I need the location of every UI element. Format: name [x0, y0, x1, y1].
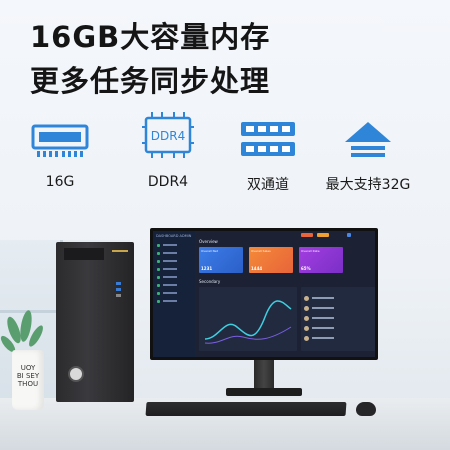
- usb-port: [116, 288, 121, 291]
- sidebar-item[interactable]: [153, 241, 195, 249]
- feature-16g: 16G: [10, 108, 110, 198]
- keyboard: [145, 402, 347, 416]
- top-button[interactable]: [301, 233, 313, 237]
- headline-line2: 更多任务同步处理: [30, 64, 271, 98]
- chart-panel: [199, 287, 297, 351]
- dashboard-brand: DASHBOARD ADMIN: [156, 234, 192, 238]
- list-item[interactable]: [301, 323, 375, 333]
- list-item[interactable]: [301, 293, 375, 303]
- coffee-cup: UOY BI SEY THOU: [12, 350, 44, 410]
- sidebar-item[interactable]: [153, 281, 195, 289]
- sidebar-item[interactable]: [153, 297, 195, 305]
- sidebar-item[interactable]: [153, 289, 195, 297]
- list-item[interactable]: [301, 303, 375, 313]
- stat-value: 1444: [251, 266, 263, 271]
- ddr4-chip-icon: DDR4: [118, 108, 218, 160]
- sidebar-item[interactable]: [153, 265, 195, 273]
- ddr4-chip-text: DDR4: [151, 129, 185, 143]
- secondary-title: Secondary: [199, 279, 221, 284]
- feature-label: 双通道: [247, 177, 289, 193]
- cup-text: UOY: [20, 364, 36, 372]
- user-list-panel: [301, 287, 375, 351]
- stat-value: 65%: [301, 266, 311, 271]
- top-button[interactable]: [317, 233, 329, 237]
- monitor: DASHBOARD ADMIN Overview Overall Net 123…: [150, 228, 378, 360]
- stat-label: Overall Rate: [301, 249, 320, 253]
- feature-ddr4: DDR4 DDR4: [118, 108, 218, 198]
- stat-card: Overall Rate 65%: [299, 247, 343, 273]
- feature-dual-channel: 双通道: [218, 108, 318, 198]
- monitor-stand-base: [226, 388, 302, 396]
- feature-label: 最大支持32G: [325, 177, 411, 193]
- ram-module-icon: [10, 108, 110, 160]
- dashboard-main: Overview Overall Net 1231 Overall Sales …: [197, 231, 375, 357]
- monitor-screen: DASHBOARD ADMIN Overview Overall Net 123…: [153, 231, 375, 357]
- dashboard-sidebar: DASHBOARD ADMIN: [153, 231, 195, 357]
- sidebar-item[interactable]: [153, 249, 195, 257]
- feature-label: DDR4: [147, 174, 189, 190]
- dual-channel-icon: [218, 108, 318, 160]
- stat-label: Overall Net: [201, 249, 218, 253]
- desktop-tower: [56, 242, 134, 402]
- stat-label: Overall Sales: [251, 249, 271, 253]
- list-item[interactable]: [301, 333, 375, 343]
- sidebar-item[interactable]: [153, 273, 195, 281]
- line-chart: [204, 300, 292, 344]
- cup-text: THOU: [17, 380, 39, 388]
- list-item[interactable]: [301, 313, 375, 323]
- drive-bay: [64, 248, 104, 260]
- feature-label: 16G: [45, 174, 75, 190]
- stat-card: Overall Sales 1444: [249, 247, 293, 273]
- stat-card: Overall Net 1231: [199, 247, 243, 273]
- headline-line1: 16GB大容量内存: [30, 20, 271, 54]
- sidebar-item[interactable]: [153, 257, 195, 265]
- usb-port: [116, 282, 121, 285]
- stat-value: 1231: [201, 266, 213, 271]
- overview-title: Overview: [199, 239, 218, 244]
- upgrade-arrow-icon: [318, 108, 418, 160]
- power-button[interactable]: [68, 366, 84, 382]
- mouse: [356, 402, 376, 416]
- cup-text: BI SEY: [16, 372, 40, 380]
- gold-accent-stripe: [112, 250, 128, 252]
- search-icon[interactable]: [347, 233, 351, 237]
- monitor-stand-neck: [254, 360, 274, 390]
- usb-port: [116, 294, 121, 297]
- feature-max-32g: 最大支持32G: [318, 108, 418, 198]
